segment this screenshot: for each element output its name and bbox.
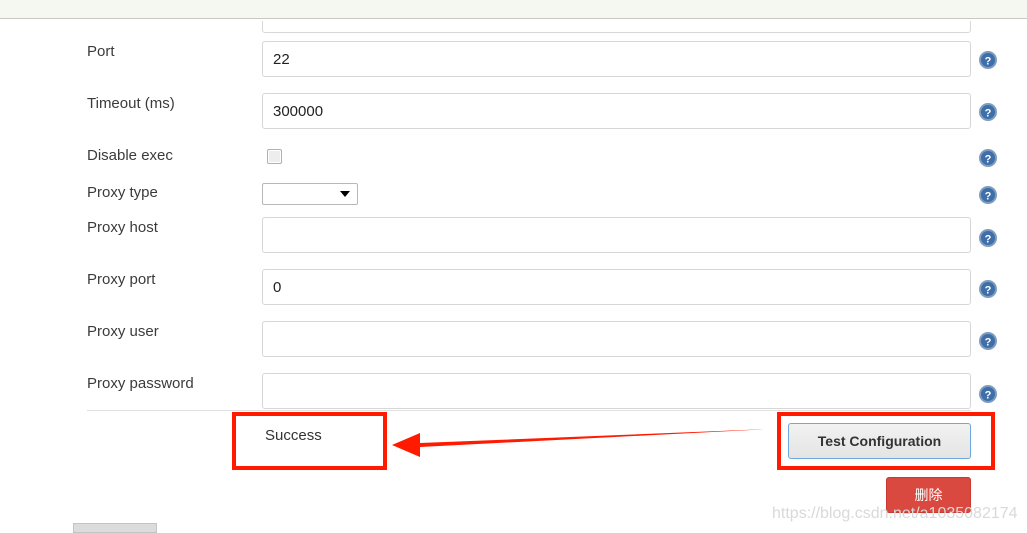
input-proxy-port[interactable] (262, 269, 971, 305)
svg-text:?: ? (985, 154, 992, 166)
test-result-status: Success (265, 427, 322, 444)
field-label-proxy-password: Proxy password (87, 375, 194, 392)
input-proxy-user[interactable] (262, 321, 971, 357)
help-circle-icon-proxy-user[interactable]: ? (978, 331, 998, 351)
help-circle-icon-proxy-password[interactable]: ? (978, 384, 998, 404)
field-label-proxy-host: Proxy host (87, 219, 158, 236)
svg-text:?: ? (985, 337, 992, 349)
help-circle-icon-proxy-port[interactable]: ? (978, 279, 998, 299)
field-label-proxy-type: Proxy type (87, 184, 158, 201)
horizontal-scrollbar-thumb[interactable] (73, 523, 157, 533)
chevron-down-icon (340, 191, 350, 197)
input-proxy-password[interactable] (262, 373, 971, 409)
section-divider (87, 410, 971, 411)
delete-button[interactable]: 删除 (886, 477, 971, 513)
input-timeout-ms[interactable] (262, 93, 971, 129)
svg-text:?: ? (985, 390, 992, 402)
help-circle-icon-timeout-ms[interactable]: ? (978, 102, 998, 122)
checkbox-disable-exec[interactable] (267, 149, 282, 164)
help-circle-icon-proxy-host[interactable]: ? (978, 228, 998, 248)
svg-text:?: ? (985, 191, 992, 203)
svg-text:?: ? (985, 108, 992, 120)
select-proxy-type[interactable] (262, 183, 358, 205)
help-circle-icon-disable-exec[interactable]: ? (978, 148, 998, 168)
input-port[interactable] (262, 41, 971, 77)
input-proxy-host[interactable] (262, 217, 971, 253)
test-configuration-button[interactable]: Test Configuration (788, 423, 971, 459)
svg-text:?: ? (985, 56, 992, 68)
field-label-proxy-port: Proxy port (87, 271, 156, 288)
help-circle-icon-port[interactable]: ? (978, 50, 998, 70)
field-label-port: Port (87, 43, 115, 60)
help-circle-icon-proxy-type[interactable]: ? (978, 185, 998, 205)
svg-text:?: ? (985, 234, 992, 246)
field-label-proxy-user: Proxy user (87, 323, 159, 340)
field-label-disable-exec: Disable exec (87, 147, 173, 164)
field-label-timeout-ms: Timeout (ms) (87, 95, 175, 112)
svg-text:?: ? (985, 285, 992, 297)
